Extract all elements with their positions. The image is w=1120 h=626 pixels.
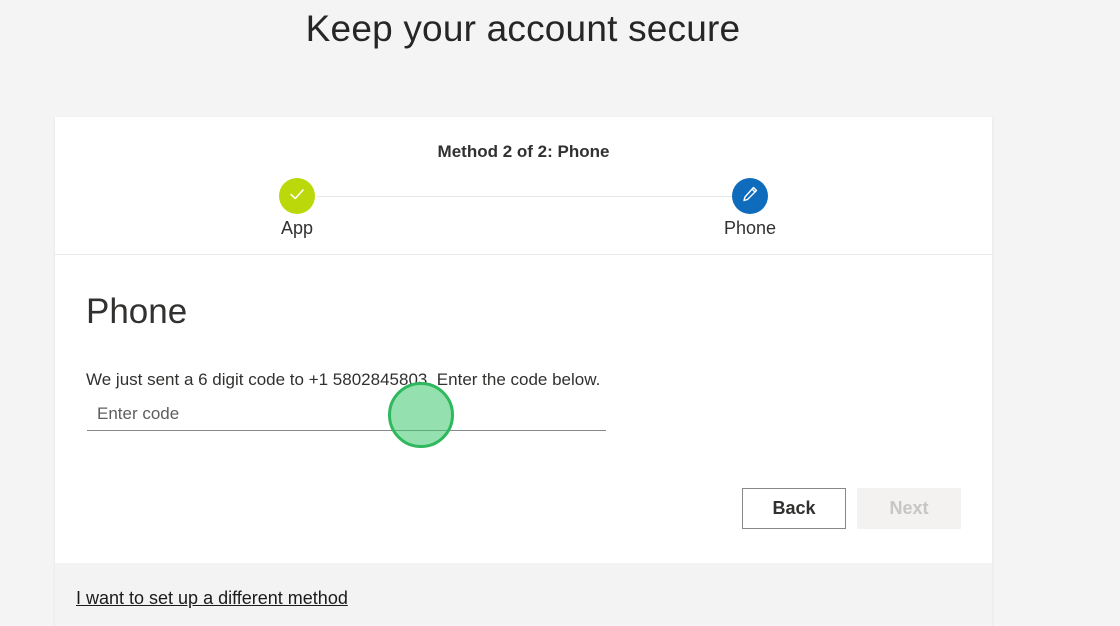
progress-header: Method 2 of 2: Phone App Phone <box>55 117 992 255</box>
different-method-link[interactable]: I want to set up a different method <box>76 588 348 609</box>
method-progress-label: Method 2 of 2: Phone <box>437 142 610 161</box>
verification-code-input[interactable] <box>87 398 606 431</box>
step-connector-line <box>317 196 737 197</box>
checkmark-icon <box>287 184 307 209</box>
page-title: Keep your account secure <box>305 8 741 49</box>
section-title: Phone <box>86 292 188 331</box>
footer-bar: I want to set up a different method <box>55 563 992 626</box>
pencil-icon <box>740 184 760 209</box>
next-button[interactable]: Next <box>857 488 961 529</box>
step-phone-label: Phone <box>723 218 777 238</box>
code-sent-instruction: We just sent a 6 digit code to +1 580284… <box>86 370 601 389</box>
setup-card: Method 2 of 2: Phone App Phone Phone We … <box>55 117 992 626</box>
step-app-indicator <box>279 178 315 214</box>
back-button[interactable]: Back <box>742 488 846 529</box>
cursor-click-indicator <box>388 382 454 448</box>
step-phone-indicator <box>732 178 768 214</box>
step-app-label: App <box>280 218 314 238</box>
